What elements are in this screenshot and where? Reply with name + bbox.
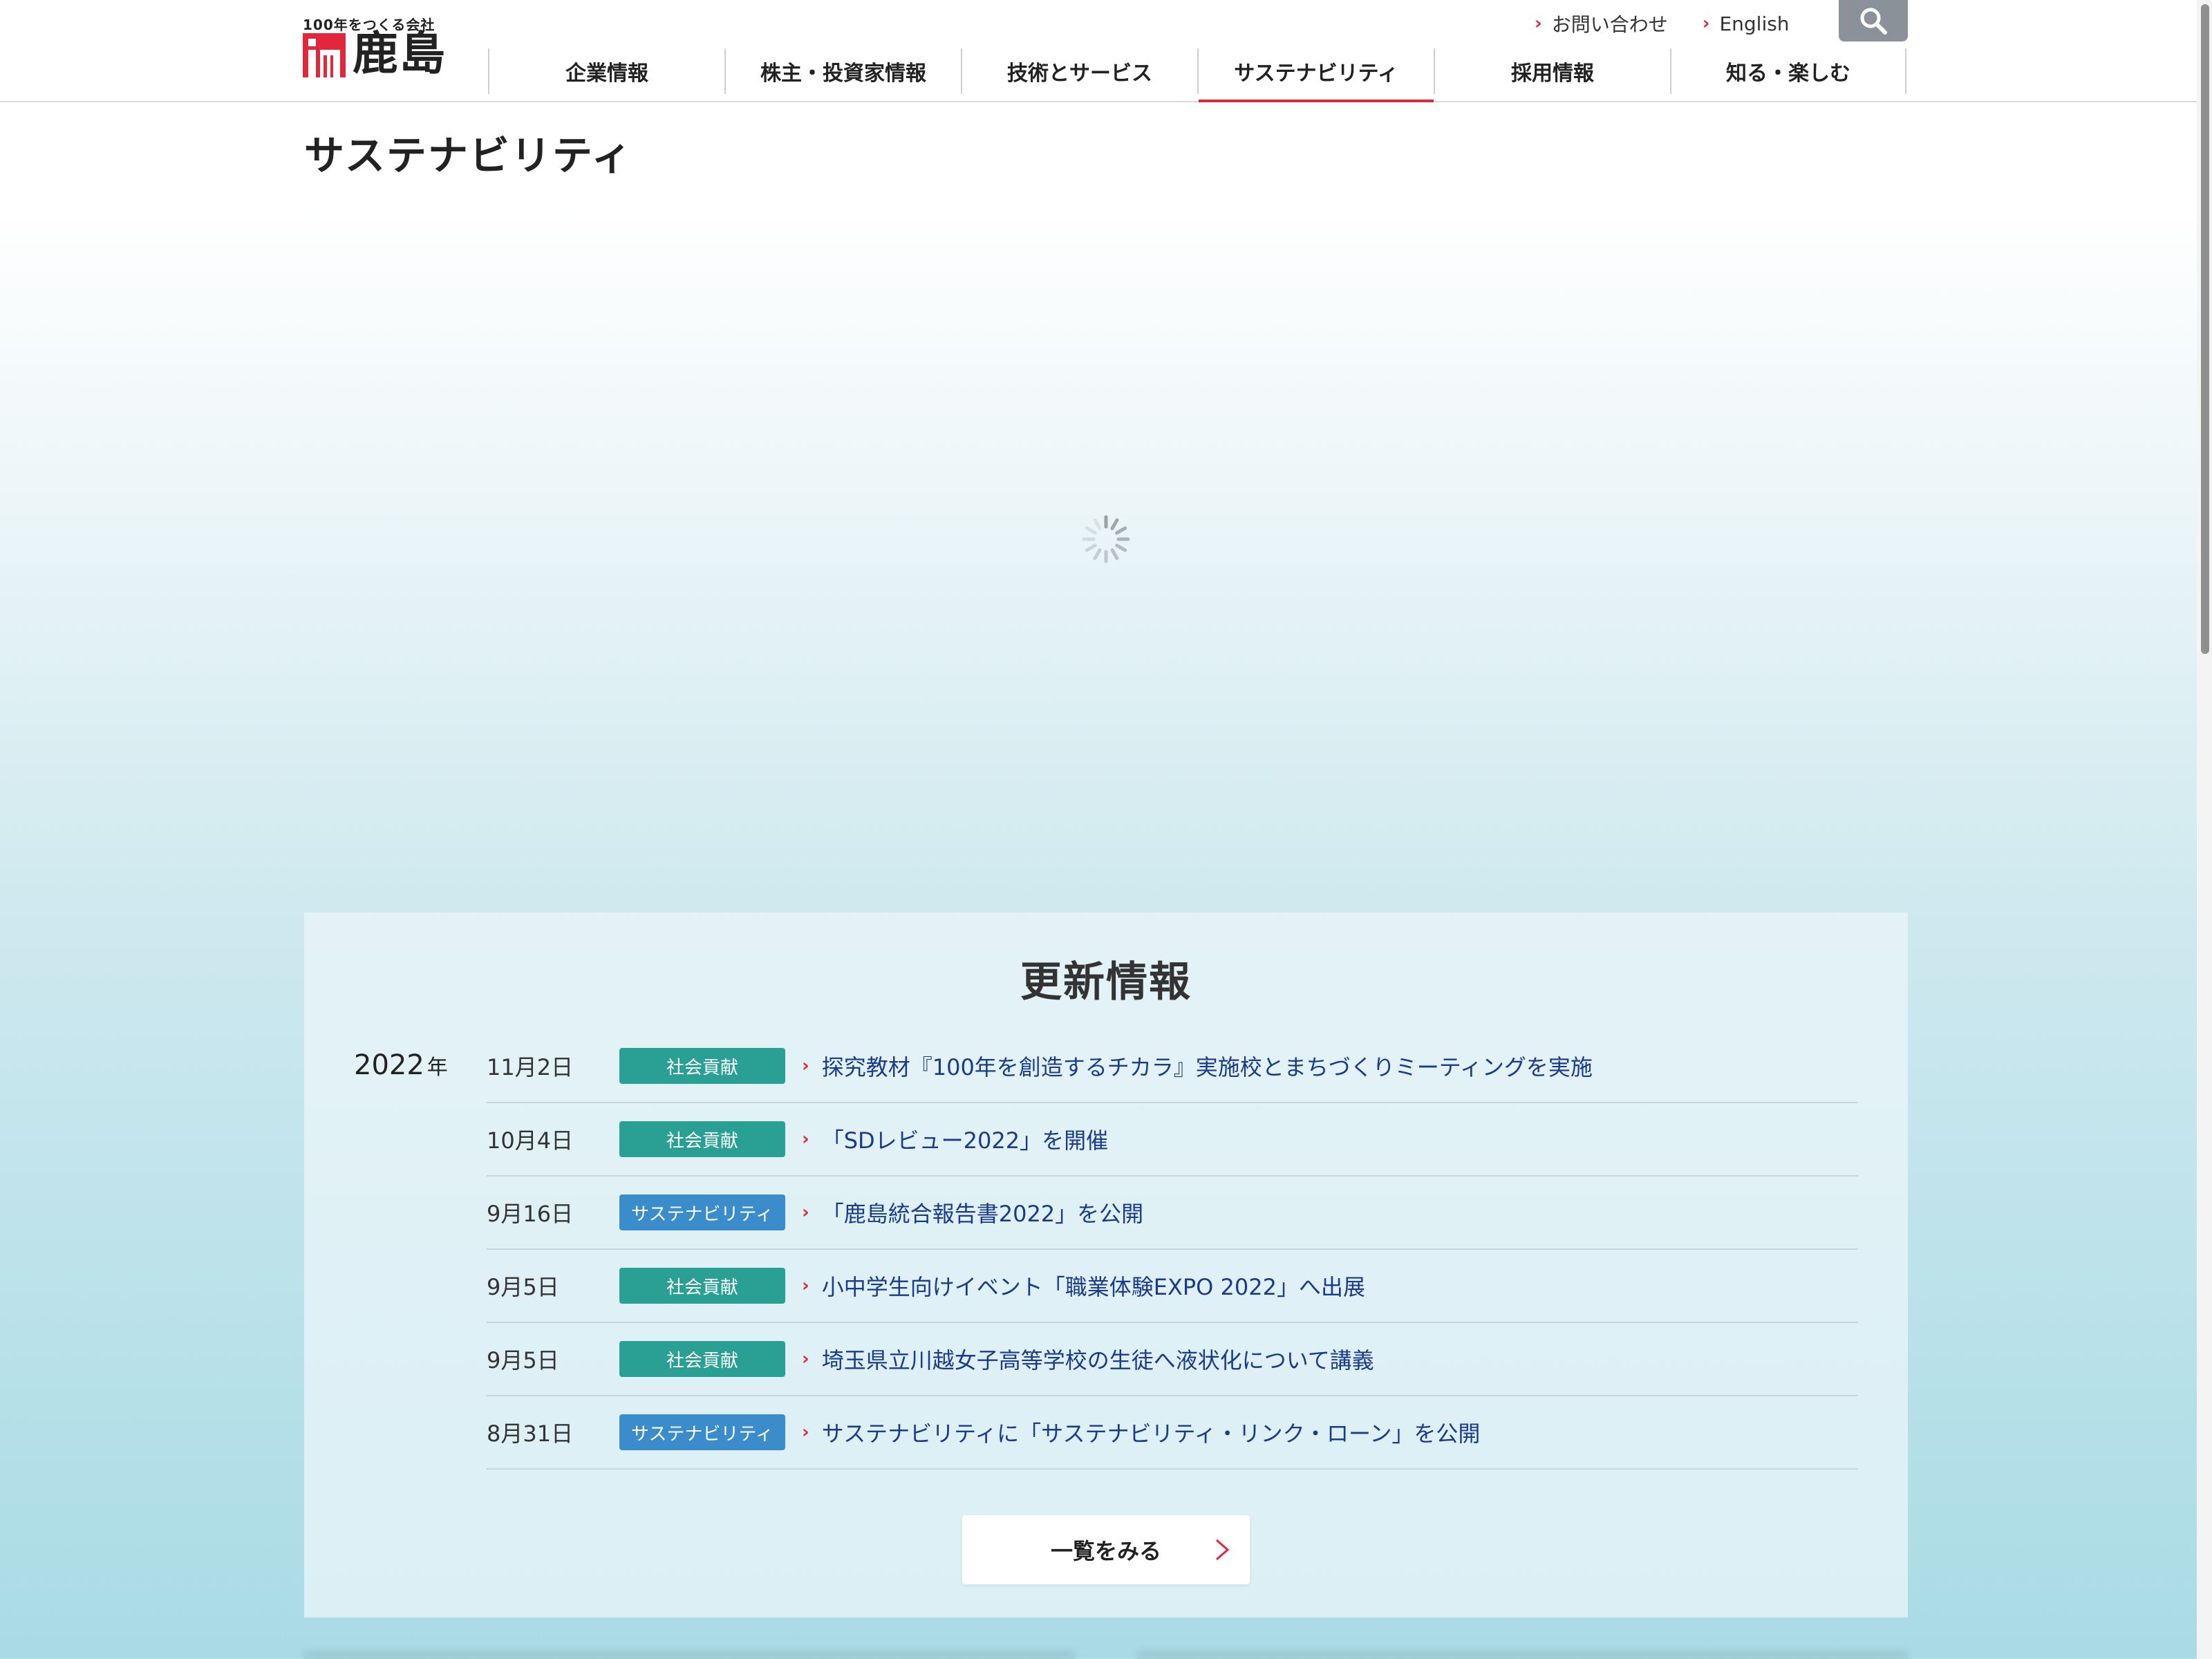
- kajima-logo[interactable]: 100年をつくる会社 鹿島: [303, 14, 448, 79]
- next-card-right: [1138, 1656, 1908, 1659]
- nav-item-enjoy[interactable]: 知る・楽しむ: [1670, 48, 1906, 94]
- chevron-right-icon: ›: [802, 1129, 809, 1150]
- list-item[interactable]: 10月4日 社会貢献 › 「SDレビュー2022」を開催: [487, 1103, 1858, 1177]
- category-badge: 社会貢献: [619, 1341, 785, 1377]
- next-card-left: [304, 1656, 1074, 1659]
- kajima-mark-icon: [303, 33, 346, 77]
- logo-name: 鹿島: [353, 27, 447, 80]
- category-badge: 社会貢献: [619, 1268, 785, 1304]
- year-unit: 年: [427, 1056, 448, 1080]
- spinner-icon: [1082, 515, 1130, 563]
- nav-item-sustainability[interactable]: サステナビリティ: [1197, 48, 1434, 102]
- item-date: 9月5日: [487, 1274, 559, 1300]
- chevron-right-icon: ›: [802, 1422, 809, 1443]
- global-nav: 企業情報 株主・投資家情報 技術とサービス サステナビリティ 採用情報 知る・楽…: [488, 48, 1906, 102]
- item-link[interactable]: 埼玉県立川越女子高等学校の生徒へ液状化について講義: [822, 1343, 1374, 1375]
- nav-item-corporate[interactable]: 企業情報: [488, 48, 724, 94]
- nav-item-recruit[interactable]: 採用情報: [1434, 48, 1670, 94]
- nav-item-investors[interactable]: 株主・投資家情報: [724, 48, 961, 94]
- utility-links: › お問い合わせ › English: [1535, 10, 1790, 37]
- list-item[interactable]: 11月2日 社会貢献 › 探究教材『100年を創造するチカラ』実施校とまちづくり…: [487, 1030, 1858, 1103]
- item-link[interactable]: サステナビリティに「サステナビリティ・リンク・ローン」を公開: [822, 1416, 1481, 1448]
- item-link[interactable]: 「SDレビュー2022」を開催: [822, 1123, 1108, 1155]
- list-item[interactable]: 9月5日 社会貢献 › 小中学生向けイベント「職業体験EXPO 2022」へ出展: [487, 1250, 1858, 1323]
- chevron-right-icon: ›: [802, 1056, 809, 1076]
- chevron-right-icon: ›: [1535, 13, 1542, 34]
- list-item[interactable]: 9月16日 サステナビリティ › 「鹿島統合報告書2022」を公開: [487, 1177, 1858, 1250]
- english-link[interactable]: › English: [1703, 10, 1790, 37]
- category-badge: 社会貢献: [619, 1048, 785, 1084]
- chevron-right-icon: [1216, 1539, 1230, 1561]
- item-date: 9月5日: [487, 1347, 559, 1374]
- search-button[interactable]: [1839, 0, 1908, 41]
- chevron-right-icon: ›: [802, 1202, 809, 1223]
- list-item[interactable]: 8月31日 サステナビリティ › サステナビリティに「サステナビリティ・リンク・…: [487, 1396, 1858, 1470]
- category-badge: 社会貢献: [619, 1121, 785, 1157]
- item-date: 11月2日: [487, 1054, 574, 1080]
- item-date: 8月31日: [487, 1421, 574, 1447]
- scrollbar[interactable]: [2197, 0, 2212, 1659]
- item-date: 10月4日: [487, 1127, 574, 1154]
- year-label: 2022 年: [354, 1049, 448, 1081]
- category-badge: サステナビリティ: [619, 1414, 785, 1450]
- chevron-right-icon: ›: [802, 1349, 809, 1369]
- list-item[interactable]: 9月5日 社会貢献 › 埼玉県立川越女子高等学校の生徒へ液状化について講義: [487, 1323, 1858, 1396]
- item-link[interactable]: 小中学生向けイベント「職業体験EXPO 2022」へ出展: [822, 1270, 1365, 1302]
- year-value: 2022: [354, 1049, 424, 1081]
- site-header: 100年をつくる会社 鹿島 › お問い合わせ › English 企業情報 株主…: [0, 0, 2212, 102]
- updates-section: 更新情報 2022 年 11月2日 社会貢献 › 探究教材『100年を創造するチカ…: [304, 912, 1908, 1618]
- english-link-label: English: [1719, 12, 1790, 35]
- item-date: 9月16日: [487, 1201, 574, 1227]
- view-all-label: 一覧をみる: [1050, 1538, 1161, 1564]
- updates-title: 更新情報: [1020, 958, 1192, 1006]
- view-all-button[interactable]: 一覧をみる: [962, 1515, 1250, 1584]
- nav-item-technology[interactable]: 技術とサービス: [961, 48, 1197, 94]
- chevron-right-icon: ›: [802, 1275, 809, 1296]
- item-link[interactable]: 探究教材『100年を創造するチカラ』実施校とまちづくりミーティングを実施: [822, 1050, 1593, 1082]
- scrollbar-thumb[interactable]: [2201, 4, 2209, 654]
- contact-link[interactable]: › お問い合わせ: [1535, 10, 1668, 37]
- category-badge: サステナビリティ: [619, 1194, 785, 1230]
- chevron-right-icon: ›: [1702, 13, 1710, 34]
- contact-link-label: お問い合わせ: [1551, 13, 1668, 36]
- page-title: サステナビリティ: [304, 132, 633, 179]
- search-icon: [1860, 8, 1887, 35]
- updates-list: 11月2日 社会貢献 › 探究教材『100年を創造するチカラ』実施校とまちづくり…: [487, 1030, 1858, 1470]
- item-link[interactable]: 「鹿島統合報告書2022」を公開: [822, 1197, 1143, 1228]
